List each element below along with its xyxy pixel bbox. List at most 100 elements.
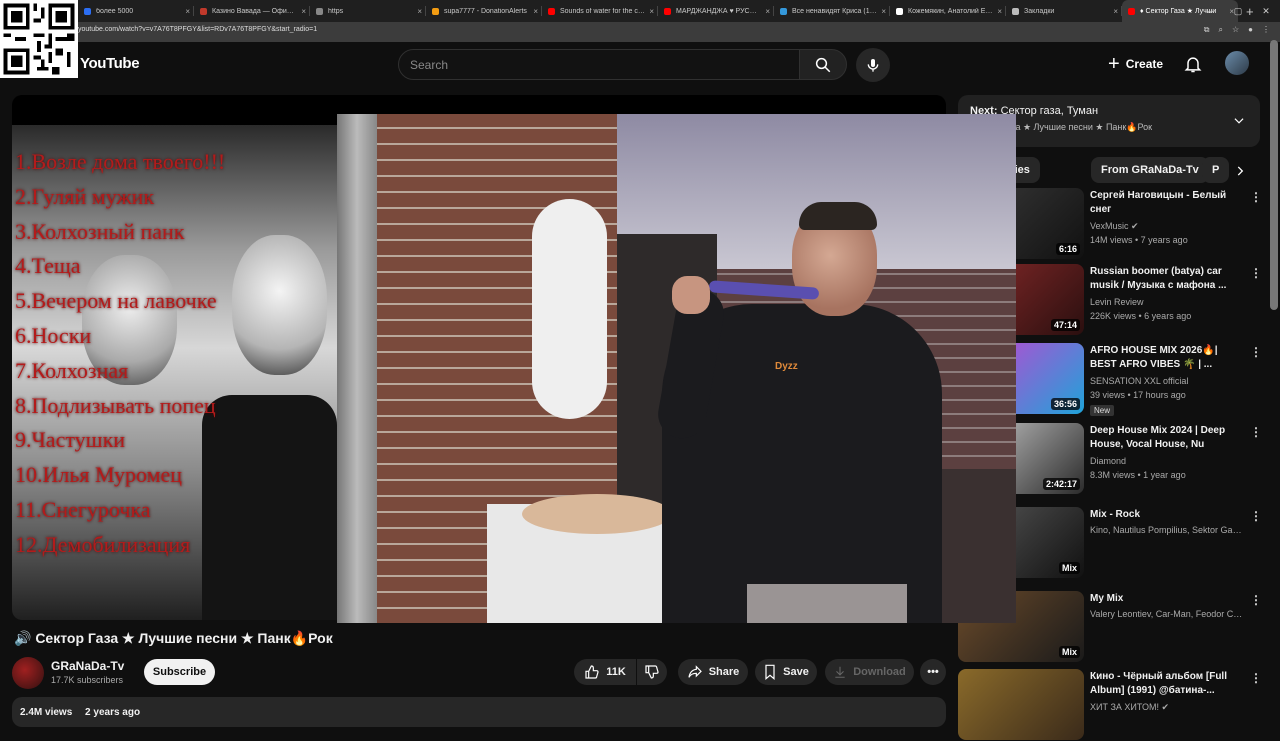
voice-search-button[interactable] [856, 48, 890, 82]
close-tab-icon[interactable]: × [417, 7, 422, 16]
address-bar[interactable]: youtube.com/watch?v=v7A76T8PFGY&list=RDv… [0, 22, 1280, 42]
browser-tab[interactable]: более 5000 × [78, 0, 194, 22]
browser-tab[interactable]: Казино Вавада — Официаль × [194, 0, 310, 22]
description-box[interactable] [12, 697, 946, 727]
more-options-icon[interactable]: ⋮ [1250, 190, 1262, 204]
favicon-icon [316, 7, 323, 15]
zoom-icon[interactable]: ⌕ [1219, 25, 1223, 35]
recommendation-title[interactable]: Сергей Наговицын - Белый снег [1090, 189, 1245, 217]
close-tab-icon[interactable]: × [533, 7, 538, 16]
subscribe-button[interactable]: Subscribe [144, 659, 215, 685]
recommendation-channel[interactable]: Diamond [1090, 456, 1245, 466]
share-arrow-icon [688, 665, 702, 678]
chip-from-channel[interactable]: From GRaNaDa-Tv [1091, 157, 1209, 183]
recommendation-title[interactable]: Кино - Чёрный альбом [Full Album] (1991)… [1090, 670, 1245, 698]
save-label: Save [783, 666, 809, 678]
recommendation-channel[interactable]: ХИТ ЗА ХИТОМ! ✔ [1090, 702, 1245, 713]
dislike-button[interactable] [637, 659, 667, 685]
recommendation-title[interactable]: AFRO HOUSE MIX 2026🔥| BEST AFRO VIBES 🌴 … [1090, 344, 1245, 372]
recommendation-meta: 14M views • 7 years ago [1090, 235, 1188, 245]
tab-label: Все ненавидят Криса (1-4 се [792, 7, 878, 15]
tracklist-overlay: 1.Возле дома твоего!!! 2.Гуляй мужик 3.Кол… [15, 145, 225, 563]
browser-tab[interactable]: Все ненавидят Криса (1-4 се × [774, 0, 890, 22]
favicon-icon [84, 7, 91, 15]
track-item: 7.Колхозная [15, 357, 129, 383]
close-tab-icon[interactable]: × [649, 7, 654, 16]
browser-tab[interactable]: Sounds of water for the child × [542, 0, 658, 22]
close-tab-icon[interactable]: × [185, 7, 190, 16]
track-item: 1.Возле дома твоего!!! [15, 149, 226, 174]
door-frame [337, 114, 377, 623]
recommendation-channel[interactable]: Levin Review [1090, 297, 1245, 307]
chip-more[interactable]: P [1202, 157, 1230, 183]
menu-dots-icon[interactable]: ⋮ [1262, 25, 1270, 35]
recommendation-thumbnail[interactable] [958, 669, 1084, 740]
close-tab-icon[interactable]: × [997, 7, 1002, 16]
search-input[interactable] [399, 50, 799, 79]
favicon-icon [896, 7, 903, 15]
more-options-icon[interactable]: ⋮ [1250, 345, 1262, 359]
profile-icon[interactable]: ● [1248, 25, 1253, 35]
track-item: 3.Колхозный панк [15, 218, 185, 244]
duration-badge: 2:42:17 [1042, 478, 1080, 490]
search-box[interactable] [398, 49, 800, 80]
recommendation-item[interactable]: Кино - Чёрный альбом [Full Album] (1991)… [958, 669, 1262, 741]
new-badge: New [1090, 405, 1115, 416]
webcam-overlay: Dyzz [337, 114, 1016, 623]
browser-tab[interactable]: МАРДЖАНДЖА ♥ РУССКАЯ × [658, 0, 774, 22]
browser-tab[interactable]: Кожемякин, Анатолий Евге × [890, 0, 1006, 22]
more-actions-button[interactable]: ••• [920, 659, 946, 685]
favicon-icon [1012, 7, 1019, 15]
recommendation-title[interactable]: Deep House Mix 2024 | Deep House, Vocal … [1090, 424, 1245, 452]
recommendation-channel[interactable]: Kino, Nautilus Pompilius, Sektor Gaza, a… [1090, 525, 1245, 535]
bookmark-star-icon[interactable]: ☆ [1232, 25, 1239, 35]
more-options-icon[interactable]: ⋮ [1250, 266, 1262, 280]
channel-avatar[interactable] [12, 657, 44, 689]
browser-tab[interactable]: Закладки × [1006, 0, 1122, 22]
close-tab-icon[interactable]: × [765, 7, 770, 16]
more-options-icon[interactable]: ⋮ [1250, 671, 1262, 685]
close-tab-icon[interactable]: × [1113, 7, 1118, 16]
goose-decoration [532, 199, 607, 419]
scrollbar[interactable] [1270, 40, 1278, 310]
channel-name[interactable]: GRaNaDa-Tv [51, 659, 124, 673]
more-options-icon[interactable]: ⋮ [1250, 425, 1262, 439]
create-button[interactable]: + Create [1100, 48, 1172, 80]
youtube-logo[interactable]: YouTube [80, 55, 140, 72]
more-options-icon[interactable]: ⋮ [1250, 509, 1262, 523]
band-member-image [232, 235, 327, 375]
maximize-icon[interactable]: ▢ [1224, 0, 1252, 22]
browser-tab[interactable]: supa7777 - DonationAlerts × [426, 0, 542, 22]
open-in-app-icon[interactable]: ⧉ [1204, 25, 1210, 35]
browser-tab[interactable]: https × [310, 0, 426, 22]
bookmark-icon [765, 664, 775, 680]
duration-badge: 36:56 [1050, 398, 1080, 410]
close-window-icon[interactable]: ✕ [1252, 0, 1280, 22]
share-button[interactable]: Share [678, 659, 748, 685]
more-options-icon[interactable]: ⋮ [1250, 593, 1262, 607]
recommendation-channel[interactable]: Valery Leontiev, Car-Man, Feodor Chaliap… [1090, 609, 1245, 619]
save-button[interactable]: Save [755, 659, 817, 685]
chevron-right-icon[interactable] [1233, 164, 1247, 178]
recommendation-title[interactable]: Russian boomer (batya) car musik / Музык… [1090, 265, 1245, 293]
recommendation-title[interactable]: Mix - Rock [1090, 508, 1245, 522]
close-tab-icon[interactable]: × [881, 7, 886, 16]
download-button[interactable]: Download [825, 659, 914, 685]
share-label: Share [708, 666, 740, 678]
download-label: Download [853, 666, 906, 678]
user-avatar[interactable] [1225, 51, 1249, 75]
close-tab-icon[interactable]: × [301, 7, 306, 16]
browser-tab-strip: более 5000 × Казино Вавада — Официаль × http… [0, 0, 1280, 22]
tab-label: Закладки [1024, 7, 1055, 15]
url-text[interactable]: youtube.com/watch?v=v7A76T8PFGY&list=RDv… [78, 26, 317, 33]
minimize-icon[interactable]: ─ [1196, 0, 1224, 22]
recommendation-channel[interactable]: VexMusic ✔ [1090, 221, 1245, 232]
recommendation-title[interactable]: My Mix [1090, 592, 1245, 606]
notifications-bell-icon[interactable] [1183, 54, 1203, 74]
chevron-down-icon[interactable] [1232, 114, 1246, 128]
recommendation-channel[interactable]: SENSATION XXL official [1090, 376, 1245, 386]
favicon-icon [1128, 7, 1135, 15]
search-button[interactable] [799, 49, 847, 80]
like-button[interactable]: 11K [574, 659, 636, 685]
track-item: 4.Теща [15, 253, 81, 279]
